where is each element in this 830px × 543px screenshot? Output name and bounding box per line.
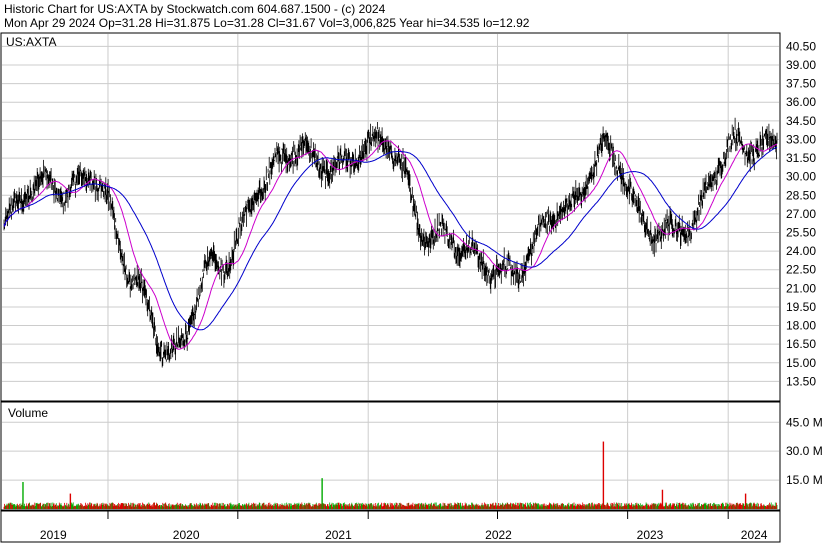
price-tick-label: 15.00 <box>786 356 816 370</box>
chart-header-line2: Mon Apr 29 2024 Op=31.28 Hi=31.875 Lo=31… <box>4 16 530 30</box>
price-tick-label: 40.50 <box>786 39 816 53</box>
price-tick-label: 24.00 <box>786 244 816 258</box>
price-tick-label: 31.50 <box>786 151 816 165</box>
price-tick-label: 21.00 <box>786 281 816 295</box>
price-tick-label: 22.50 <box>786 263 816 277</box>
x-year-label: 2022 <box>485 528 512 542</box>
price-tick-label: 39.00 <box>786 58 816 72</box>
volume-tick-label: 15.0 M <box>786 473 823 487</box>
volume-panel-title: Volume <box>8 406 48 420</box>
price-tick-label: 13.50 <box>786 374 816 388</box>
price-tick-label: 28.50 <box>786 188 816 202</box>
price-tick-label: 19.50 <box>786 300 816 314</box>
x-year-label: 2019 <box>40 528 67 542</box>
price-tick-label: 18.00 <box>786 319 816 333</box>
price-tick-label: 30.00 <box>786 170 816 184</box>
x-year-label: 2021 <box>325 528 352 542</box>
price-tick-label: 33.00 <box>786 132 816 146</box>
chart-header-line1: Historic Chart for US:AXTA by Stockwatch… <box>4 2 386 16</box>
x-year-label: 2020 <box>173 528 200 542</box>
volume-tick-label: 30.0 M <box>786 444 823 458</box>
price-tick-label: 16.50 <box>786 337 816 351</box>
x-year-label: 2023 <box>637 528 664 542</box>
stock-chart: Historic Chart for US:AXTA by Stockwatch… <box>0 2 823 543</box>
price-tick-label: 34.50 <box>786 114 816 128</box>
volume-tick-label: 45.0 M <box>786 415 823 429</box>
price-tick-label: 27.00 <box>786 207 816 221</box>
price-tick-label: 36.00 <box>786 95 816 109</box>
x-year-label: 2024 <box>741 528 768 542</box>
price-tick-label: 25.50 <box>786 226 816 240</box>
price-tick-label: 37.50 <box>786 77 816 91</box>
price-panel <box>0 32 781 402</box>
